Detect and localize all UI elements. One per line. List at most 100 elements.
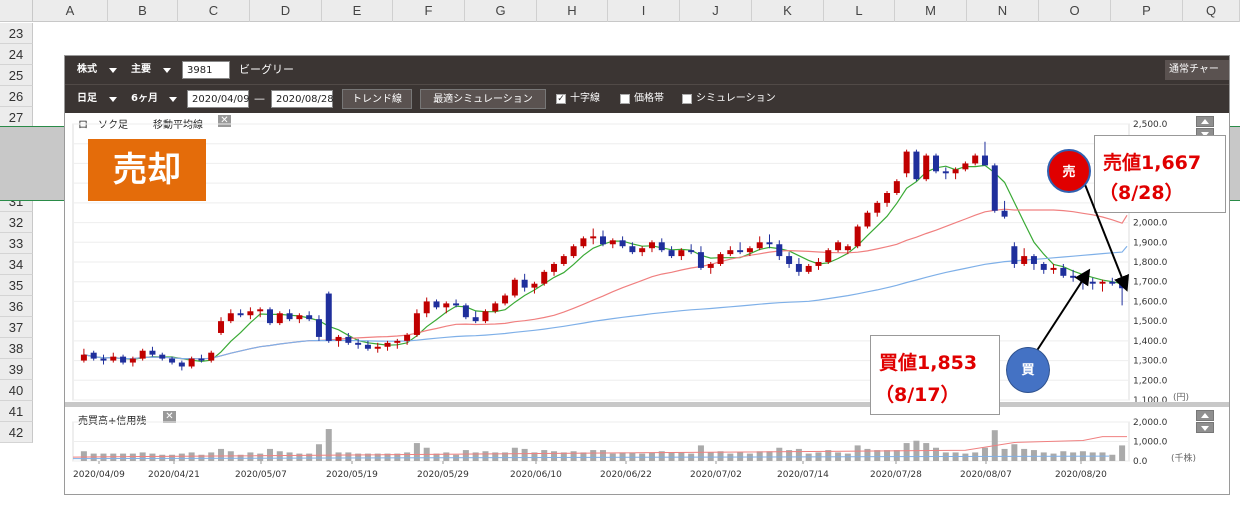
column-header-I[interactable]: I — [608, 0, 680, 22]
candle-body — [237, 313, 244, 316]
row-header-26[interactable]: 26 — [0, 86, 33, 107]
volume-bar — [511, 447, 518, 461]
volume-bar — [1030, 450, 1037, 461]
column-header-B[interactable]: B — [108, 0, 178, 22]
column-header-Q[interactable]: Q — [1183, 0, 1240, 22]
volume-bar — [1089, 452, 1096, 461]
candle-body — [257, 309, 264, 312]
price-y-tick: 1,900.0 — [1133, 238, 1168, 248]
panel-divider — [65, 402, 1229, 407]
date-to-input[interactable]: 2020/08/28 — [271, 90, 334, 108]
candle-body — [756, 242, 763, 249]
x-tick-label: 2020/04/09 — [73, 470, 125, 480]
row-header-40[interactable]: 40 — [0, 380, 33, 401]
stock-chart-app: 株式 主要 3981 ビーグリー 通常チャー 日足 6ヶ月 2020/04/09… — [64, 55, 1230, 495]
candle-body — [110, 356, 117, 361]
volume-bar — [551, 451, 558, 461]
row-header-36[interactable]: 36 — [0, 296, 33, 317]
row-header-25[interactable]: 25 — [0, 65, 33, 86]
date-from-input[interactable]: 2020/04/09 — [187, 90, 250, 108]
row-header-32[interactable]: 32 — [0, 212, 33, 233]
candle-body — [991, 165, 998, 211]
candle-body — [864, 212, 871, 227]
row-header-38[interactable]: 38 — [0, 338, 33, 359]
candle-body — [658, 242, 665, 251]
column-header-P[interactable]: P — [1111, 0, 1183, 22]
price-band-checkbox[interactable] — [620, 94, 630, 104]
period-type-dropdown[interactable]: 日足 — [73, 90, 121, 108]
candle-body — [1109, 281, 1116, 284]
column-header-K[interactable]: K — [752, 0, 824, 22]
candle-body — [1030, 256, 1037, 264]
candle-body — [120, 356, 127, 363]
row-header-33[interactable]: 33 — [0, 233, 33, 254]
row-header-42[interactable]: 42 — [0, 422, 33, 443]
row-header-24[interactable]: 24 — [0, 44, 33, 65]
sell-date-text: （8/28） — [1099, 182, 1184, 204]
row-header-39[interactable]: 39 — [0, 359, 33, 380]
candle-body — [502, 295, 509, 304]
chevron-down-icon — [109, 97, 117, 102]
candle-body — [521, 279, 528, 288]
sell-badge: 売却 — [88, 139, 206, 201]
price-y-tick: 1,200.0 — [1133, 376, 1168, 386]
candle-body — [746, 248, 753, 253]
volume-bar — [335, 452, 342, 461]
column-header-A[interactable]: A — [33, 0, 108, 22]
column-header-bar: ABCDEFGHIJKLMNOPQ — [0, 0, 1240, 22]
stock-code-input[interactable]: 3981 — [182, 61, 230, 79]
candle-body — [315, 319, 322, 337]
candle-body — [933, 155, 940, 172]
column-header-D[interactable]: D — [250, 0, 322, 22]
row-header-35[interactable]: 35 — [0, 275, 33, 296]
column-header-F[interactable]: F — [393, 0, 465, 22]
candle-body — [717, 254, 724, 264]
x-tick-label: 2020/07/02 — [690, 470, 742, 480]
volume-bar — [1021, 448, 1028, 461]
volume-bar — [482, 451, 489, 461]
candle-body — [384, 342, 391, 347]
candle-body — [227, 313, 234, 322]
row-header-27[interactable]: 27 — [0, 107, 33, 128]
candle-body — [825, 250, 832, 262]
volume-bar — [129, 453, 136, 461]
candle-body — [139, 350, 146, 359]
period-range-dropdown[interactable]: 6ヶ月 — [127, 90, 181, 108]
mode-button[interactable]: 通常チャー — [1165, 60, 1229, 80]
simulation-checkbox[interactable] — [682, 94, 692, 104]
market-dropdown[interactable]: 株式 — [73, 61, 121, 79]
volume-bar — [590, 450, 597, 461]
volume-bar — [854, 445, 861, 461]
x-tick-label: 2020/04/21 — [148, 470, 200, 480]
column-header-O[interactable]: O — [1039, 0, 1111, 22]
column-header-M[interactable]: M — [895, 0, 967, 22]
candle-body — [511, 279, 518, 296]
candle-body — [531, 283, 538, 288]
candle-body — [306, 315, 313, 320]
column-header-J[interactable]: J — [680, 0, 752, 22]
candle-body — [668, 250, 675, 257]
candle-body — [296, 315, 303, 320]
crosshair-checkbox[interactable]: ✓ — [556, 94, 566, 104]
row-header-41[interactable]: 41 — [0, 401, 33, 422]
candle-body — [208, 352, 215, 361]
column-header-E[interactable]: E — [322, 0, 393, 22]
volume-bar — [933, 447, 940, 461]
row-header-37[interactable]: 37 — [0, 317, 33, 338]
column-header-L[interactable]: L — [824, 0, 895, 22]
price-band-label: 価格帯 — [634, 93, 664, 104]
volume-bar — [218, 448, 225, 461]
candle-body — [129, 358, 136, 363]
column-header-G[interactable]: G — [465, 0, 537, 22]
column-header-C[interactable]: C — [178, 0, 250, 22]
trend-line-button[interactable]: トレンド線 — [342, 89, 412, 109]
candle-body — [639, 248, 646, 253]
row-header-23[interactable]: 23 — [0, 23, 33, 44]
column-header-N[interactable]: N — [967, 0, 1039, 22]
row-header-34[interactable]: 34 — [0, 254, 33, 275]
candle-body — [1099, 281, 1106, 284]
column-header-H[interactable]: H — [537, 0, 608, 22]
select-all-corner[interactable] — [0, 0, 33, 22]
index-dropdown[interactable]: 主要 — [127, 61, 175, 79]
optimize-simulation-button[interactable]: 最適シミュレーション — [420, 89, 546, 109]
